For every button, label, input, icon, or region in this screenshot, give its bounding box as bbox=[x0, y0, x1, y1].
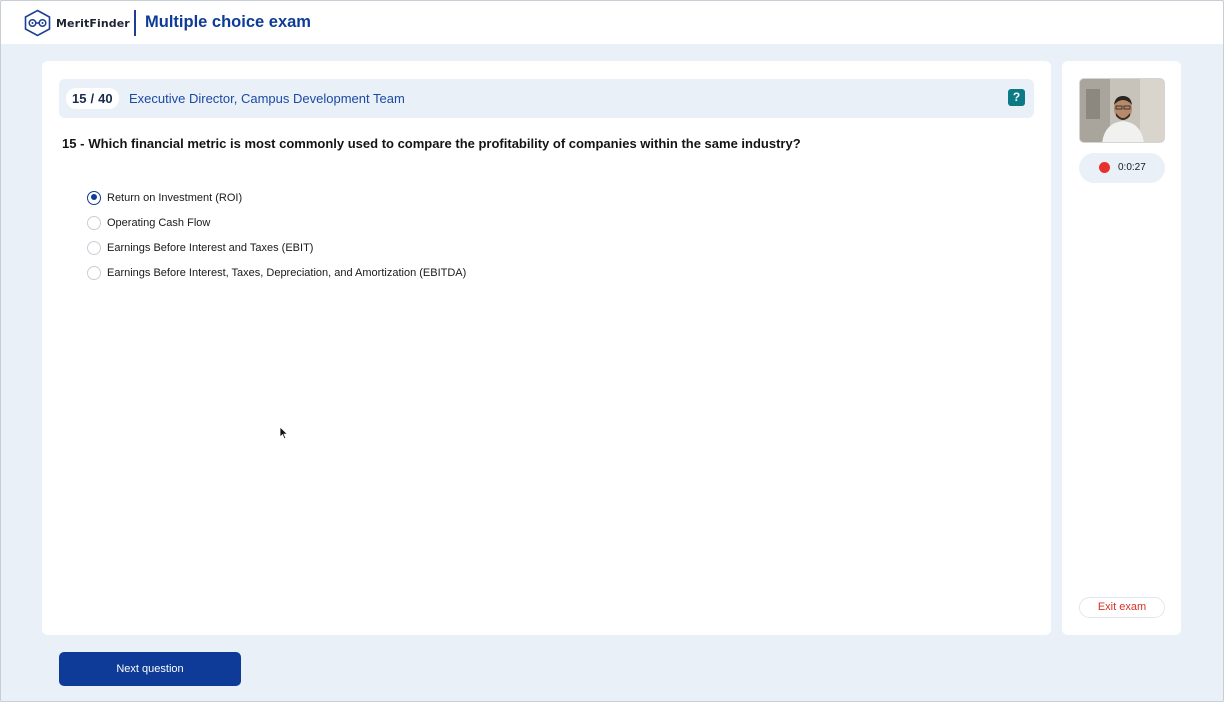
question-header-bar: 15 / 40 Executive Director, Campus Devel… bbox=[59, 79, 1034, 118]
answer-options: Return on Investment (ROI) Operating Cas… bbox=[87, 185, 466, 285]
radio-button[interactable] bbox=[87, 215, 101, 230]
answer-option-2[interactable]: Earnings Before Interest and Taxes (EBIT… bbox=[87, 235, 466, 260]
brand-logo[interactable]: MeritFinder bbox=[23, 9, 130, 37]
meritfinder-logo-icon bbox=[24, 9, 51, 37]
question-number: 15 - bbox=[62, 136, 85, 151]
role-title: Executive Director, Campus Development T… bbox=[129, 91, 405, 106]
answer-option-label: Earnings Before Interest, Taxes, Depreci… bbox=[107, 266, 467, 279]
exit-exam-button[interactable]: Exit exam bbox=[1079, 597, 1165, 618]
page-title: Multiple choice exam bbox=[145, 13, 311, 31]
radio-button[interactable] bbox=[87, 240, 101, 255]
header-divider bbox=[134, 10, 136, 36]
proctor-panel: 0:0:27 Exit exam bbox=[1062, 61, 1181, 635]
next-question-button[interactable]: Next question bbox=[59, 652, 241, 686]
answer-option-label: Return on Investment (ROI) bbox=[107, 191, 243, 204]
question-separator: / bbox=[90, 91, 95, 106]
webcam-preview bbox=[1079, 78, 1165, 143]
answer-option-label: Operating Cash Flow bbox=[107, 216, 211, 229]
help-button[interactable]: ? bbox=[1008, 89, 1025, 106]
question-body: Which financial metric is most commonly … bbox=[88, 136, 801, 151]
question-counter: 15 / 40 bbox=[66, 88, 119, 109]
webcam-image bbox=[1080, 79, 1164, 142]
question-text: 15 - Which financial metric is most comm… bbox=[62, 136, 801, 151]
question-card: 15 / 40 Executive Director, Campus Devel… bbox=[42, 61, 1051, 635]
answer-option-1[interactable]: Operating Cash Flow bbox=[87, 210, 466, 235]
brand-name: MeritFinder bbox=[56, 16, 130, 30]
radio-button-selected[interactable] bbox=[87, 190, 101, 205]
answer-option-0[interactable]: Return on Investment (ROI) bbox=[87, 185, 466, 210]
answer-option-3[interactable]: Earnings Before Interest, Taxes, Depreci… bbox=[87, 260, 466, 285]
recording-timer: 0:0:27 bbox=[1079, 153, 1165, 183]
radio-button[interactable] bbox=[87, 265, 101, 280]
mouse-pointer-icon bbox=[279, 426, 289, 440]
question-mark-icon: ? bbox=[1012, 90, 1021, 104]
timer-value: 0:0:27 bbox=[1118, 162, 1146, 173]
question-total: 40 bbox=[98, 91, 113, 106]
app-header: MeritFinder Multiple choice exam bbox=[1, 1, 1223, 44]
record-dot-icon bbox=[1099, 162, 1110, 173]
question-current: 15 bbox=[72, 91, 87, 106]
answer-option-label: Earnings Before Interest and Taxes (EBIT… bbox=[107, 241, 314, 254]
